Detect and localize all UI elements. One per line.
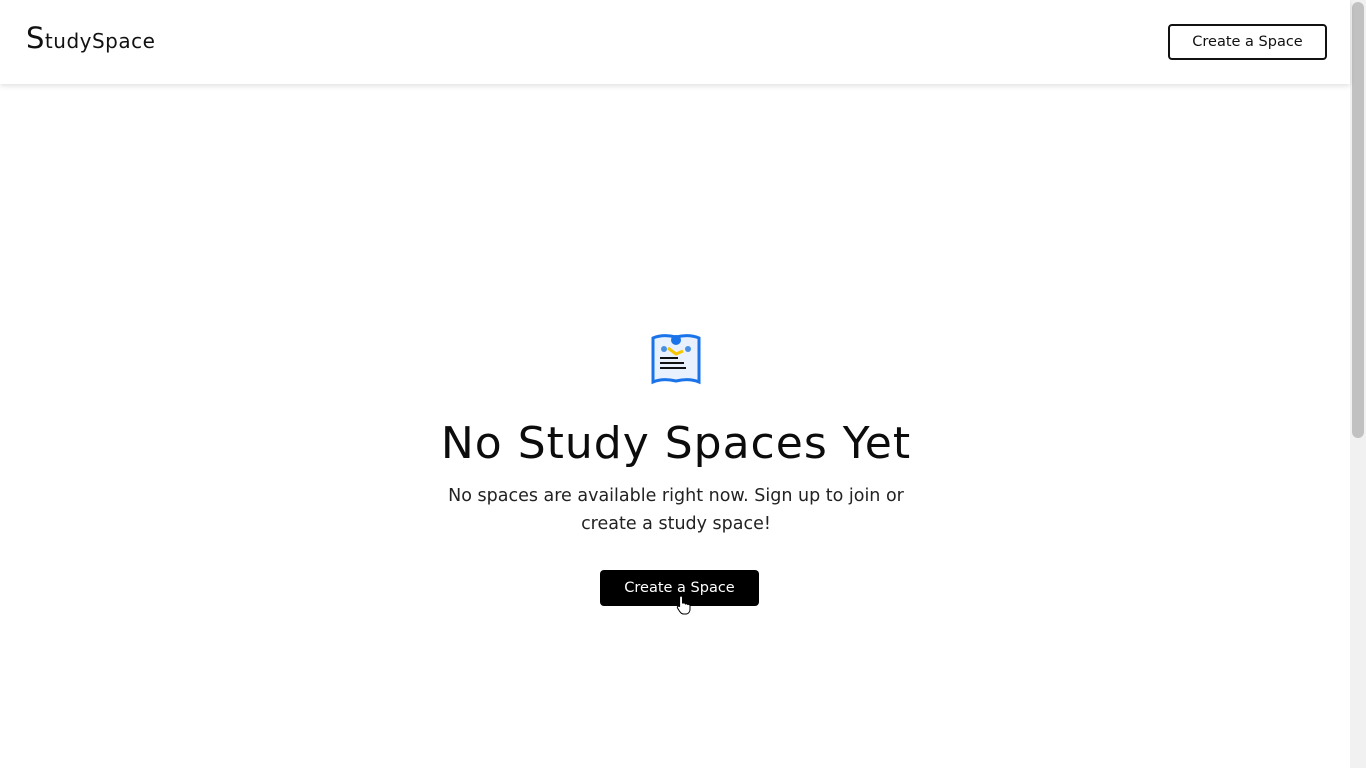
empty-state-message: No spaces are available right now. Sign …: [448, 486, 904, 534]
vertical-scrollbar[interactable]: [1350, 0, 1366, 768]
logo-text-part-1: tudy: [44, 29, 92, 53]
logo-text-part-2: Space: [91, 29, 156, 53]
scrollbar-thumb[interactable]: [1352, 2, 1364, 438]
app-viewport: Study Space Create a Space No Study Space…: [0, 0, 1366, 768]
top-header: Study Space Create a Space: [0, 0, 1350, 84]
empty-state-title: No Study Spaces Yet: [440, 418, 912, 469]
study-book-icon: [650, 332, 702, 386]
empty-state: No Study Spaces Yet No spaces are availa…: [0, 0, 1350, 768]
pointer-cursor-icon: [676, 595, 692, 615]
logo-first-letter: S: [26, 21, 45, 55]
header-create-space-button[interactable]: Create a Space: [1168, 24, 1327, 60]
logo[interactable]: Study Space: [26, 24, 155, 64]
